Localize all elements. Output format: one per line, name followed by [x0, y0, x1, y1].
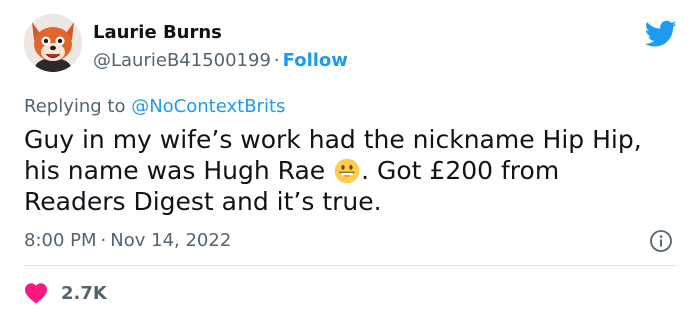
- avatar[interactable]: [24, 14, 82, 72]
- tweet-card: Laurie Burns @LaurieB41500199 · Follow Rep…: [0, 0, 700, 319]
- replying-to-label: Replying to: [24, 96, 132, 117]
- twitter-bird-icon[interactable]: [645, 20, 677, 48]
- author-handle[interactable]: @LaurieB41500199: [93, 50, 271, 71]
- divider: [24, 265, 677, 266]
- separator-dot: ·: [273, 50, 280, 71]
- fox-mascot-avatar-image: [24, 14, 82, 72]
- tweet-time: 8:00 PM: [24, 230, 97, 251]
- author-handle-row: @LaurieB41500199 · Follow: [93, 50, 348, 72]
- info-icon[interactable]: [649, 229, 673, 253]
- tweet-timestamp[interactable]: 8:00 PM · Nov 14, 2022: [24, 230, 231, 252]
- reply-mention-link[interactable]: @NoContextBrits: [131, 96, 285, 117]
- like-count: 2.7K: [61, 283, 107, 304]
- author-display-name[interactable]: Laurie Burns: [93, 22, 222, 44]
- separator-dot: ·: [100, 230, 107, 251]
- heart-icon: [25, 283, 47, 304]
- grinning-face-emoji-icon: [334, 158, 360, 184]
- follow-button[interactable]: Follow: [283, 50, 348, 71]
- replying-to: Replying to @NoContextBrits: [24, 96, 285, 118]
- tweet-date: Nov 14, 2022: [110, 230, 232, 251]
- tweet-text: Guy in my wife’s work had the nickname H…: [24, 124, 674, 217]
